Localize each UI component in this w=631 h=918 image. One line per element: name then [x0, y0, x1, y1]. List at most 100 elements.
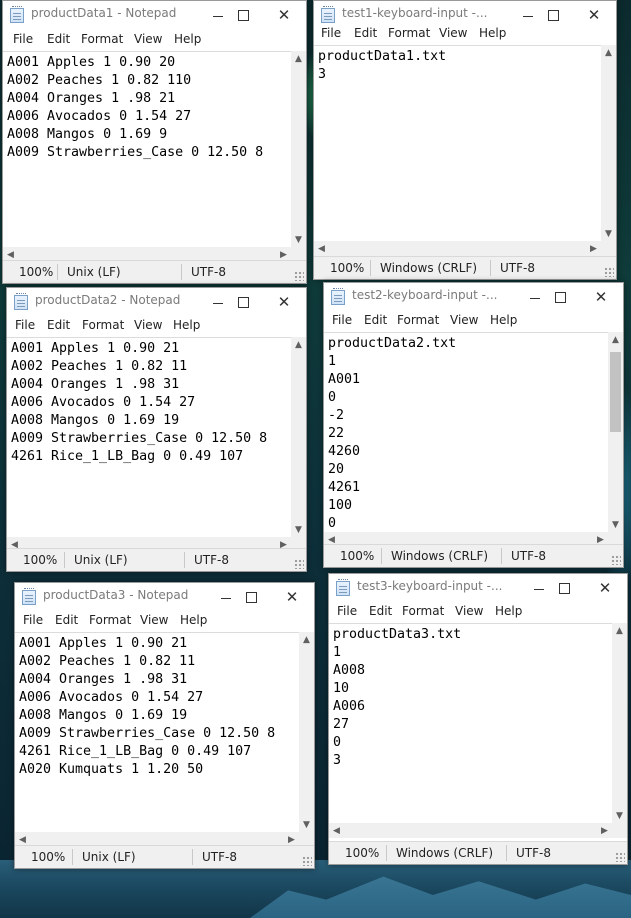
vertical-scrollbar[interactable]: ▲ ▼ [291, 51, 306, 247]
scroll-down-icon[interactable]: ▼ [601, 226, 616, 241]
resize-grip-icon[interactable] [294, 559, 304, 569]
title-bar[interactable]: productData3 - Notepad ✕ [15, 583, 314, 611]
notepad-window-w3[interactable]: productData2 - Notepad ✕ File Edit Format Vie… [6, 287, 307, 572]
menu-edit[interactable]: Edit [47, 32, 70, 46]
notepad-window-w2[interactable]: test1-keyboard-input -... ✕ File Edit Format… [313, 0, 617, 280]
maximize-button[interactable] [236, 583, 266, 611]
notepad-icon[interactable] [14, 293, 28, 310]
title-bar[interactable]: productData1 - Notepad ✕ [3, 1, 306, 29]
maximize-button[interactable] [545, 283, 575, 311]
maximize-button[interactable] [228, 1, 258, 29]
menu-help[interactable]: Help [490, 313, 517, 327]
menu-edit[interactable]: Edit [55, 613, 78, 627]
menu-help[interactable]: Help [495, 604, 522, 618]
resize-grip-icon[interactable] [302, 856, 312, 866]
scroll-up-icon[interactable]: ▲ [299, 632, 314, 647]
close-button[interactable]: ✕ [583, 574, 627, 602]
scroll-down-icon[interactable]: ▼ [608, 517, 623, 532]
status-encoding: UTF-8 [194, 553, 229, 567]
resize-grip-icon[interactable] [615, 852, 625, 862]
notepad-window-w6[interactable]: test3-keyboard-input -... ✕ File Edit Format… [328, 573, 628, 865]
menu-edit[interactable]: Edit [364, 313, 387, 327]
scroll-down-icon[interactable]: ▼ [612, 808, 627, 823]
menu-format[interactable]: Format [89, 613, 131, 627]
menu-help[interactable]: Help [479, 26, 506, 40]
maximize-button[interactable] [549, 574, 579, 602]
text-line: A008 Mangos 0 1.69 19 [11, 413, 180, 428]
menu-format[interactable]: Format [397, 313, 439, 327]
menu-file[interactable]: File [332, 313, 352, 327]
scroll-right-icon[interactable]: ▶ [586, 241, 601, 256]
text-editor[interactable]: A001 Apples 1 0.90 21 A002 Peaches 1 0.82… [7, 337, 291, 537]
scroll-up-icon[interactable]: ▲ [291, 337, 306, 352]
title-bar[interactable]: test3-keyboard-input -... ✕ [329, 574, 627, 602]
title-bar[interactable]: test2-keyboard-input -... ✕ [324, 283, 623, 311]
scroll-thumb[interactable] [610, 352, 621, 432]
menu-format[interactable]: Format [82, 318, 124, 332]
notepad-window-w4[interactable]: test2-keyboard-input -... ✕ File Edit Format… [323, 282, 624, 568]
status-separator [501, 548, 502, 564]
vertical-scrollbar[interactable]: ▲ ▼ [612, 623, 627, 823]
menu-format[interactable]: Format [402, 604, 444, 618]
notepad-icon[interactable] [331, 288, 345, 305]
menu-edit[interactable]: Edit [369, 604, 392, 618]
close-button[interactable]: ✕ [262, 1, 306, 29]
menu-file[interactable]: File [13, 32, 33, 46]
scroll-down-icon[interactable]: ▼ [291, 522, 306, 537]
scroll-left-icon[interactable]: ◀ [314, 241, 329, 256]
menu-help[interactable]: Help [174, 32, 201, 46]
menu-format[interactable]: Format [81, 32, 123, 46]
menu-view[interactable]: View [450, 313, 478, 327]
menu-edit[interactable]: Edit [354, 26, 377, 40]
menu-file[interactable]: File [23, 613, 43, 627]
resize-grip-icon[interactable] [604, 267, 614, 277]
menu-file[interactable]: File [337, 604, 357, 618]
scroll-down-icon[interactable]: ▼ [291, 232, 306, 247]
menu-view[interactable]: View [140, 613, 168, 627]
text-editor[interactable]: productData2.txt 1 A001 0 -2 22 4260 20 4261 100 0 [324, 332, 608, 532]
scroll-left-icon[interactable]: ◀ [329, 823, 344, 838]
menu-file[interactable]: File [321, 26, 341, 40]
scroll-up-icon[interactable]: ▲ [601, 45, 616, 60]
maximize-button[interactable] [228, 288, 258, 316]
menu-view[interactable]: View [439, 26, 467, 40]
notepad-window-w1[interactable]: productData1 - Notepad ✕ File Edit Format Vie… [2, 0, 307, 284]
close-icon: ✕ [277, 5, 291, 24]
close-button[interactable]: ✕ [579, 283, 623, 311]
scroll-down-icon[interactable]: ▼ [299, 817, 314, 832]
menu-view[interactable]: View [134, 318, 162, 332]
scroll-right-icon[interactable]: ▶ [597, 823, 612, 838]
scroll-up-icon[interactable]: ▲ [608, 332, 623, 347]
resize-grip-icon[interactable] [611, 555, 621, 565]
horizontal-scrollbar[interactable]: ◀ ▶ [314, 241, 601, 256]
menu-file[interactable]: File [15, 318, 35, 332]
horizontal-scrollbar[interactable]: ◀ ▶ [329, 823, 612, 838]
menu-help[interactable]: Help [173, 318, 200, 332]
scroll-up-icon[interactable]: ▲ [291, 51, 306, 66]
menu-format[interactable]: Format [388, 26, 430, 40]
notepad-icon[interactable] [22, 588, 36, 605]
vertical-scrollbar[interactable]: ▲ ▼ [291, 337, 306, 537]
close-icon: ✕ [285, 587, 299, 606]
vertical-scrollbar[interactable]: ▲ ▼ [601, 45, 616, 241]
text-editor[interactable]: productData3.txt 1 A008 10 A006 27 0 3 [329, 623, 612, 823]
vertical-scrollbar[interactable]: ▲ ▼ [608, 332, 623, 532]
menu-view[interactable]: View [455, 604, 483, 618]
resize-grip-icon[interactable] [294, 271, 304, 281]
window-title: productData2 - Notepad [35, 293, 181, 307]
scroll-up-icon[interactable]: ▲ [612, 623, 627, 638]
text-editor[interactable]: A001 Apples 1 0.90 21 A002 Peaches 1 0.82… [15, 632, 299, 832]
close-button[interactable]: ✕ [270, 583, 314, 611]
title-bar[interactable]: productData2 - Notepad ✕ [7, 288, 306, 316]
menu-view[interactable]: View [134, 32, 162, 46]
text-editor[interactable]: A001 Apples 1 0.90 20 A002 Peaches 1 0.82… [3, 51, 291, 247]
close-button[interactable]: ✕ [262, 288, 306, 316]
notepad-icon[interactable] [336, 579, 350, 596]
text-editor[interactable]: productData1.txt 3 [314, 45, 601, 241]
notepad-window-w5[interactable]: productData3 - Notepad ✕ File Edit Format Vie… [14, 582, 315, 869]
menu-help[interactable]: Help [180, 613, 207, 627]
notepad-icon[interactable] [321, 6, 335, 23]
menu-edit[interactable]: Edit [47, 318, 70, 332]
vertical-scrollbar[interactable]: ▲ ▼ [299, 632, 314, 832]
notepad-icon[interactable] [10, 6, 24, 23]
